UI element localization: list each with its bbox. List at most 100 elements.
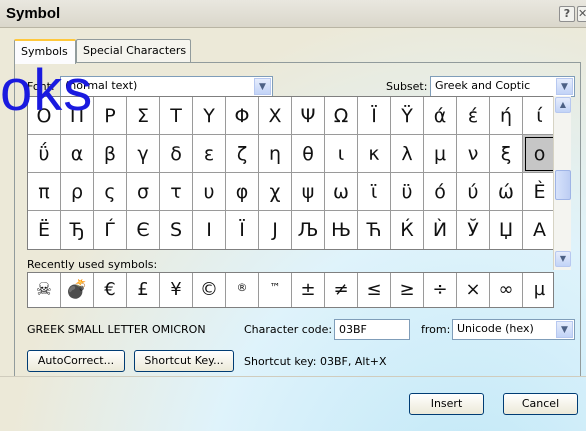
symbol-cell[interactable]: ι xyxy=(325,135,358,173)
shortcut-key-button[interactable]: Shortcut Key... xyxy=(134,350,234,372)
recent-symbol-cell[interactable]: × xyxy=(457,273,490,307)
recent-symbol-cell[interactable]: ∞ xyxy=(490,273,523,307)
symbol-cell[interactable]: Ϊ xyxy=(358,97,391,135)
symbol-cell[interactable]: η xyxy=(259,135,292,173)
symbol-cell[interactable]: Φ xyxy=(226,97,259,135)
symbol-cell[interactable]: Ϋ xyxy=(391,97,424,135)
symbol-cell[interactable]: А xyxy=(523,211,556,249)
subset-label: Subset: xyxy=(386,80,428,93)
recent-symbol-cell[interactable]: ± xyxy=(292,273,325,307)
insert-button[interactable]: Insert xyxy=(409,393,484,415)
symbol-cell[interactable]: Ο xyxy=(28,97,61,135)
symbol-cell[interactable]: ε xyxy=(193,135,226,173)
symbol-cell[interactable]: τ xyxy=(160,173,193,211)
symbol-cell[interactable]: Ω xyxy=(325,97,358,135)
symbol-cell[interactable]: π xyxy=(28,173,61,211)
symbol-cell[interactable]: ϋ xyxy=(391,173,424,211)
symbol-cell[interactable]: Ё xyxy=(28,211,61,249)
cancel-button[interactable]: Cancel xyxy=(503,393,578,415)
symbol-cell[interactable]: Ψ xyxy=(292,97,325,135)
symbol-cell[interactable]: φ xyxy=(226,173,259,211)
recent-symbol-cell[interactable]: ÷ xyxy=(424,273,457,307)
symbol-cell[interactable]: Ї xyxy=(226,211,259,249)
character-code-input[interactable]: 03BF xyxy=(334,319,410,340)
symbol-cell[interactable]: Σ xyxy=(127,97,160,135)
symbol-cell[interactable]: ύ xyxy=(457,173,490,211)
symbol-cell[interactable]: Ρ xyxy=(94,97,127,135)
symbol-cell[interactable]: ψ xyxy=(292,173,325,211)
help-icon[interactable]: ? xyxy=(559,6,575,22)
symbol-cell[interactable]: Ќ xyxy=(391,211,424,249)
symbol-cell[interactable]: Ј xyxy=(259,211,292,249)
symbol-cell[interactable]: ξ xyxy=(490,135,523,173)
symbol-cell[interactable]: Ѝ xyxy=(424,211,457,249)
symbol-cell[interactable]: γ xyxy=(127,135,160,173)
symbol-cell[interactable]: Є xyxy=(127,211,160,249)
symbol-cell[interactable]: ΰ xyxy=(28,135,61,173)
chevron-down-icon[interactable]: ▼ xyxy=(254,78,271,95)
symbol-cell[interactable]: έ xyxy=(457,97,490,135)
recent-symbol-cell[interactable]: ≠ xyxy=(325,273,358,307)
symbol-cell[interactable]: δ xyxy=(160,135,193,173)
recent-symbol-cell[interactable]: ® xyxy=(226,273,259,307)
symbol-cell[interactable]: κ xyxy=(358,135,391,173)
symbol-cell[interactable]: Χ xyxy=(259,97,292,135)
symbol-cell[interactable]: ί xyxy=(523,97,556,135)
symbol-cell[interactable]: ό xyxy=(424,173,457,211)
chevron-down-icon[interactable]: ▼ xyxy=(556,321,573,338)
autocorrect-button[interactable]: AutoCorrect... xyxy=(27,350,125,372)
symbol-cell[interactable]: Ђ xyxy=(61,211,94,249)
recent-symbol-cell[interactable]: ™ xyxy=(259,273,292,307)
recent-symbol-cell[interactable]: £ xyxy=(127,273,160,307)
symbol-cell[interactable]: ν xyxy=(457,135,490,173)
close-icon[interactable]: ✕ xyxy=(577,6,586,22)
tab-symbols[interactable]: Symbols xyxy=(14,39,76,64)
symbol-cell[interactable]: μ xyxy=(424,135,457,173)
symbol-cell[interactable]: Ѕ xyxy=(160,211,193,249)
symbol-cell[interactable]: Ћ xyxy=(358,211,391,249)
symbol-cell[interactable]: υ xyxy=(193,173,226,211)
symbol-cell[interactable]: ζ xyxy=(226,135,259,173)
symbol-cell[interactable]: ς xyxy=(94,173,127,211)
symbol-cell[interactable]: ο xyxy=(523,135,556,173)
symbol-cell[interactable]: Љ xyxy=(292,211,325,249)
symbol-grid-scrollbar[interactable]: ▲ ▼ xyxy=(553,96,571,270)
symbol-cell[interactable]: σ xyxy=(127,173,160,211)
from-select[interactable]: Unicode (hex) ▼ xyxy=(452,319,575,340)
recent-symbol-cell[interactable]: µ xyxy=(523,273,556,307)
scrollbar-thumb[interactable] xyxy=(555,170,571,200)
recent-symbol-cell[interactable]: © xyxy=(193,273,226,307)
recent-symbol-cell[interactable]: 💣 xyxy=(61,273,94,307)
symbol-cell[interactable]: ϊ xyxy=(358,173,391,211)
symbol-cell[interactable]: Ѐ xyxy=(523,173,556,211)
recent-symbol-cell[interactable]: ≤ xyxy=(358,273,391,307)
symbol-cell[interactable]: ώ xyxy=(490,173,523,211)
symbol-cell[interactable]: Њ xyxy=(325,211,358,249)
symbol-cell[interactable]: ή xyxy=(490,97,523,135)
subset-select[interactable]: Greek and Coptic ▼ xyxy=(430,76,575,97)
font-select[interactable]: (normal text) ▼ xyxy=(60,76,273,97)
symbol-cell[interactable]: α xyxy=(61,135,94,173)
symbol-cell[interactable]: ρ xyxy=(61,173,94,211)
symbol-cell[interactable]: Υ xyxy=(193,97,226,135)
symbol-cell[interactable]: Π xyxy=(61,97,94,135)
recent-symbol-cell[interactable]: € xyxy=(94,273,127,307)
symbol-cell[interactable]: ω xyxy=(325,173,358,211)
symbol-cell[interactable]: Τ xyxy=(160,97,193,135)
symbol-cell[interactable]: β xyxy=(94,135,127,173)
symbol-cell[interactable]: χ xyxy=(259,173,292,211)
symbol-cell[interactable]: ά xyxy=(424,97,457,135)
recent-symbol-cell[interactable]: ¥ xyxy=(160,273,193,307)
symbol-cell[interactable]: Ў xyxy=(457,211,490,249)
symbol-cell[interactable]: І xyxy=(193,211,226,249)
symbol-cell[interactable]: λ xyxy=(391,135,424,173)
tab-special-characters[interactable]: Special Characters xyxy=(76,39,191,63)
symbol-cell[interactable]: θ xyxy=(292,135,325,173)
scroll-up-icon[interactable]: ▲ xyxy=(555,97,571,113)
recent-symbol-cell[interactable]: ☠ xyxy=(28,273,61,307)
recent-symbol-cell[interactable]: ≥ xyxy=(391,273,424,307)
symbol-cell[interactable]: Ѓ xyxy=(94,211,127,249)
chevron-down-icon[interactable]: ▼ xyxy=(556,78,573,95)
symbol-cell[interactable]: Џ xyxy=(490,211,523,249)
scroll-down-icon[interactable]: ▼ xyxy=(555,251,571,267)
